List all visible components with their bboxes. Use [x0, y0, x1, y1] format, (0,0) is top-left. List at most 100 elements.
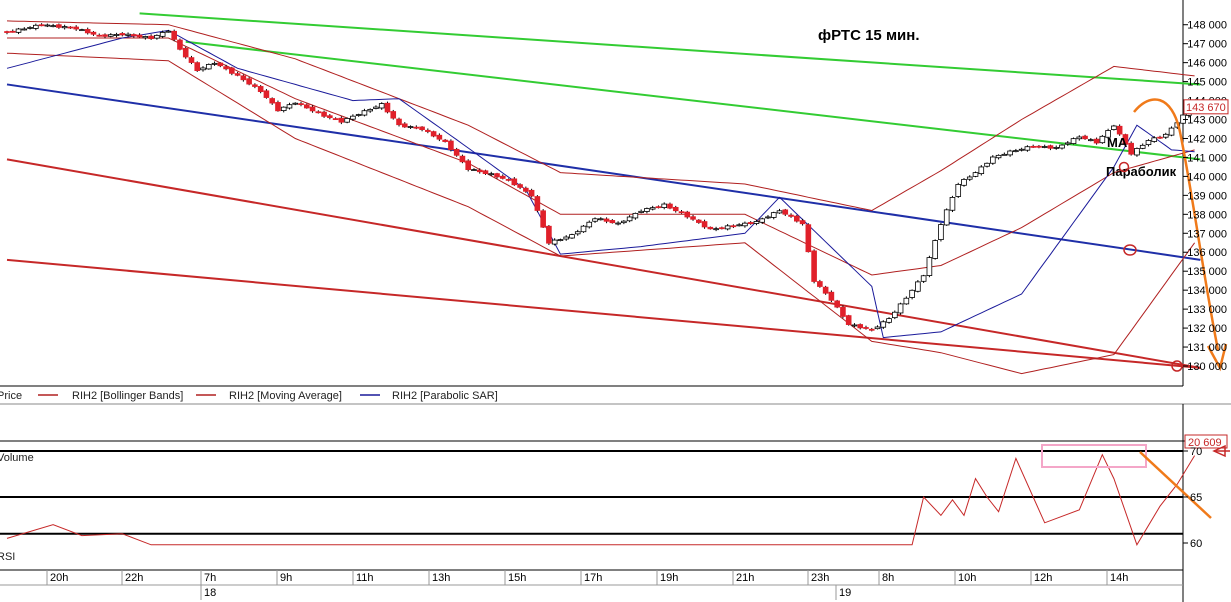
bollinger-bands: [6, 20, 1196, 375]
candle-body: [4, 31, 10, 33]
candle: [661, 202, 668, 210]
candle-body: [38, 24, 45, 27]
candle-body: [96, 34, 103, 37]
candle-body: [759, 218, 766, 223]
candle-body: [33, 24, 39, 29]
candle-body: [857, 324, 864, 329]
candle: [79, 28, 85, 32]
legend-item-sar: RIH2 [Parabolic SAR]: [392, 390, 498, 402]
candle-body: [436, 134, 443, 140]
candle-body: [782, 209, 789, 215]
candle-body: [817, 281, 823, 287]
candle-body: [713, 228, 719, 231]
candle-body: [361, 110, 368, 116]
candle-body: [609, 220, 616, 224]
candle: [257, 85, 264, 94]
candle-body: [229, 67, 235, 74]
candle: [459, 154, 466, 164]
candle: [897, 302, 904, 315]
candle-body: [50, 25, 56, 28]
candle: [747, 221, 754, 225]
candle: [448, 139, 454, 152]
candle-body: [159, 32, 166, 37]
price-tick-label: 139 000: [1187, 190, 1227, 202]
candle-body: [840, 306, 846, 317]
candle-body: [984, 162, 990, 167]
price-tick-label: 133 000: [1187, 304, 1227, 316]
candle: [205, 63, 212, 70]
candle: [1076, 135, 1083, 141]
time-tick-label: 8h: [882, 572, 894, 584]
candle-body: [701, 221, 708, 228]
candle: [834, 299, 840, 309]
rsi-line: [6, 453, 1196, 546]
price-tick-label: 136 000: [1187, 247, 1227, 259]
time-tick-label: 23h: [811, 572, 829, 584]
candle: [182, 46, 189, 59]
candle-body: [949, 197, 956, 211]
price-tick-label: 137 000: [1187, 228, 1227, 240]
candle: [263, 89, 270, 99]
candle-body: [776, 210, 783, 214]
candle: [96, 33, 103, 37]
trend-line-green: [185, 40, 1201, 161]
candle: [926, 255, 933, 278]
candle: [1053, 145, 1060, 150]
price-tick-label: 147 000: [1187, 39, 1227, 51]
candle-body: [580, 225, 587, 233]
candle-body: [719, 227, 725, 230]
candle-body: [615, 222, 621, 225]
candle-body: [1070, 138, 1077, 144]
candle-body: [649, 207, 656, 210]
candle: [770, 211, 777, 220]
candle: [817, 279, 823, 288]
candle: [1018, 147, 1025, 152]
candle-body: [1076, 136, 1083, 140]
candle: [355, 113, 362, 117]
time-tick-label: 21h: [736, 572, 754, 584]
candle: [580, 225, 587, 233]
candle: [667, 202, 673, 210]
candle-body: [459, 155, 466, 163]
candle-body: [21, 28, 28, 31]
candle-body: [920, 275, 927, 282]
candle-body: [661, 203, 668, 208]
candle: [719, 226, 725, 230]
candle: [707, 226, 714, 230]
candle: [557, 238, 564, 242]
candle-body: [448, 140, 454, 151]
candle: [321, 110, 327, 118]
candle: [615, 221, 621, 226]
candle-body: [805, 224, 812, 253]
candle: [188, 55, 195, 65]
candle-body: [874, 326, 881, 330]
candle: [972, 171, 979, 178]
candle: [805, 223, 812, 253]
candle: [984, 162, 990, 168]
candle: [1088, 138, 1094, 142]
candle-body: [482, 170, 489, 175]
candle: [1111, 124, 1117, 131]
candle: [367, 108, 373, 113]
candle-body: [102, 34, 108, 37]
candle-body: [938, 224, 944, 241]
candle-body: [770, 212, 777, 218]
candle-body: [269, 98, 275, 104]
rsi-tick-label: 65: [1190, 492, 1202, 504]
candle: [234, 71, 241, 77]
candle-body: [909, 289, 915, 298]
candle-body: [966, 176, 973, 180]
candle-body: [142, 36, 149, 39]
candle: [990, 155, 996, 165]
candle-body: [56, 24, 62, 28]
candle: [33, 23, 39, 31]
trend-line-blue: [6, 83, 1201, 261]
candle: [425, 128, 431, 134]
candle: [309, 105, 316, 113]
candle: [1082, 134, 1088, 140]
candle-body: [148, 35, 154, 40]
candle-body: [257, 86, 264, 92]
candle-body: [742, 222, 748, 227]
candle: [966, 175, 973, 182]
rsi-panel: RSI 60 65 70: [0, 444, 1230, 563]
